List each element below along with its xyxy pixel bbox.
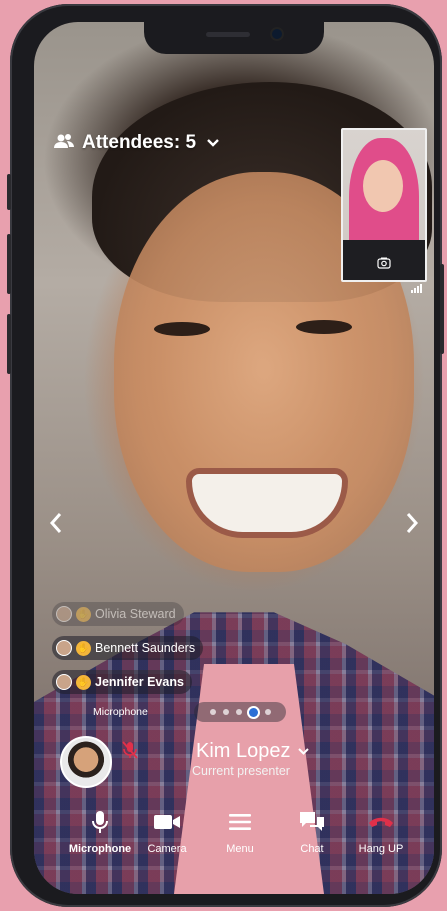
earpiece — [206, 32, 250, 37]
presenter-name-toggle[interactable]: Kim Lopez — [196, 740, 310, 763]
raised-hand-item: ✋ Bennett Saunders — [52, 636, 204, 660]
pagination-dot[interactable] — [264, 709, 271, 715]
side-button — [440, 264, 444, 354]
chat-button[interactable]: Chat — [277, 810, 347, 855]
chat-label: Chat — [300, 843, 324, 855]
menu-label: Menu — [226, 843, 254, 855]
attendees-toggle[interactable]: Attendees: 5 — [54, 132, 220, 154]
side-button — [7, 174, 11, 210]
raised-hand-icon: ✋ — [76, 674, 91, 690]
presenter-avatar[interactable] — [60, 736, 112, 788]
phone-frame: Attendees: 5 ✋ Olivia Steward ✋ Bennett … — [7, 4, 444, 907]
front-camera — [272, 29, 282, 39]
people-icon — [54, 133, 74, 154]
hang-up-button[interactable]: Hang UP — [346, 810, 416, 855]
self-view-detail — [363, 160, 403, 212]
video-pagination[interactable] — [194, 702, 286, 722]
hang-up-icon — [368, 810, 394, 834]
camera-label: Camera — [147, 843, 187, 855]
menu-icon — [229, 810, 251, 834]
call-controls: Microphone Camera Menu Chat Hang UP — [34, 810, 434, 870]
raised-hand-name: Olivia Steward — [95, 607, 176, 621]
camera-switch-icon[interactable] — [377, 257, 391, 272]
main-video-detail — [192, 474, 342, 532]
side-button — [7, 234, 11, 294]
video-call-screen: Attendees: 5 ✋ Olivia Steward ✋ Bennett … — [34, 22, 434, 894]
avatar — [56, 674, 72, 690]
mic-muted-icon — [122, 740, 138, 765]
chevron-down-icon — [297, 744, 310, 759]
home-indicator — [176, 880, 292, 885]
notch — [144, 22, 324, 54]
hang-up-label: Hang UP — [358, 843, 404, 855]
pagination-dot[interactable] — [235, 709, 242, 715]
main-video-detail — [154, 322, 210, 336]
pagination-dot-active[interactable] — [248, 707, 258, 717]
presenter-role: Current presenter — [192, 764, 290, 778]
signal-strength-icon — [411, 284, 422, 293]
attendees-label: Attendees: 5 — [82, 132, 197, 153]
speaking-indicator-label: Microphone — [93, 706, 148, 718]
side-button — [7, 314, 11, 374]
pagination-dot[interactable] — [222, 709, 229, 715]
raised-hand-icon: ✋ — [76, 640, 91, 656]
camera-button[interactable]: Camera — [132, 810, 202, 855]
chat-icon — [299, 810, 325, 834]
pagination-dot[interactable] — [209, 709, 216, 715]
raised-hands-list: ✋ Olivia Steward ✋ Bennett Saunders ✋ Je… — [52, 602, 204, 704]
presenter-name: Kim Lopez — [196, 740, 291, 762]
microphone-label: Microphone — [68, 843, 132, 855]
next-video-arrow[interactable] — [404, 510, 420, 542]
menu-button[interactable]: Menu — [205, 810, 275, 855]
raised-hand-icon: ✋ — [76, 606, 91, 622]
self-view-video[interactable] — [341, 128, 427, 282]
microphone-icon — [91, 810, 109, 834]
microphone-button[interactable]: Microphone — [65, 810, 135, 855]
raised-hand-item: ✋ Jennifer Evans — [52, 670, 192, 694]
previous-video-arrow[interactable] — [48, 510, 64, 542]
chevron-down-icon — [206, 135, 220, 151]
raised-hand-item: ✋ Olivia Steward — [52, 602, 184, 626]
raised-hand-name: Bennett Saunders — [95, 641, 196, 655]
avatar — [56, 640, 72, 656]
avatar — [56, 606, 72, 622]
main-video-detail — [296, 320, 352, 334]
raised-hand-name: Jennifer Evans — [95, 675, 184, 689]
video-camera-icon — [154, 810, 180, 834]
